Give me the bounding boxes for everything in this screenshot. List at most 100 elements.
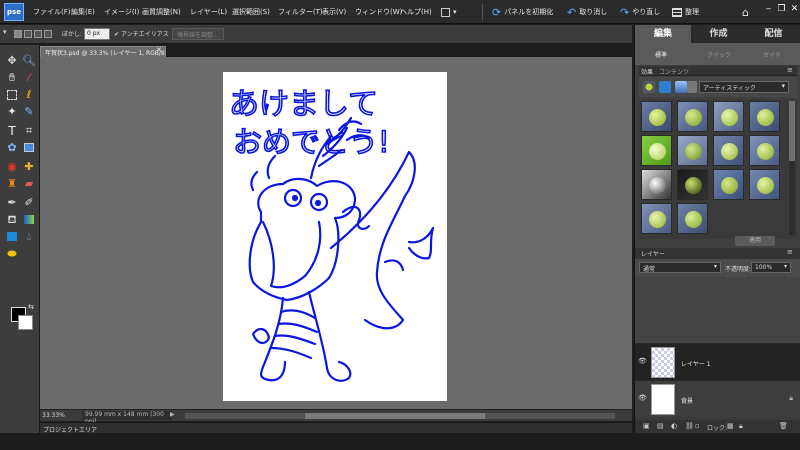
paint-bucket-icon[interactable]: ⛾ [4, 212, 20, 228]
hand-icon[interactable]: ✋︎ [4, 70, 20, 86]
marquee-icon[interactable] [4, 87, 20, 103]
layer-row-selected[interactable]: 👁︎ レイヤー 1 [635, 343, 800, 380]
adjustment-layer-icon[interactable]: ◐ [671, 422, 677, 430]
new-group-icon[interactable]: ▤ [657, 422, 664, 430]
close-tab-icon[interactable]: ✕ [156, 46, 162, 54]
tab-content[interactable]: コンテンツ [659, 67, 689, 76]
trash-icon[interactable]: 🗑︎ [779, 422, 788, 430]
workspace-menu[interactable]: ▾ [441, 4, 457, 20]
lock-all-icon[interactable]: 🔒︎ [739, 422, 743, 431]
effect-thumbnail[interactable] [713, 169, 744, 200]
menu-view[interactable]: 表示(V) [322, 7, 346, 17]
magic-wand-icon[interactable]: ✦ [4, 104, 20, 120]
intersect-selection-icon[interactable] [44, 30, 52, 38]
shape-icon[interactable] [4, 229, 20, 245]
tab-effects[interactable]: 効果 [641, 67, 653, 76]
effect-thumbnail[interactable] [677, 101, 708, 132]
cookie-cutter-icon[interactable]: ✿ [4, 140, 20, 156]
mask-icon[interactable]: ▫ [695, 422, 700, 430]
gradient-icon[interactable] [21, 212, 37, 228]
red-eye-icon[interactable]: ◉ [4, 159, 20, 175]
subtab-full[interactable]: 標準 [655, 50, 667, 59]
subtract-selection-icon[interactable] [34, 30, 42, 38]
layer-row[interactable]: 👁︎ 背景 🔒︎ [635, 380, 800, 417]
effects-scrollbar[interactable] [789, 101, 795, 235]
reset-panels-button[interactable]: ⟳ パネルを初期化 [492, 4, 553, 20]
close-window-button[interactable]: ✕ [788, 3, 800, 16]
effect-thumbnail[interactable] [677, 169, 708, 200]
brush-icon[interactable]: ✒ [4, 195, 20, 211]
link-layers-icon[interactable]: ⛓ [685, 422, 694, 430]
horizontal-scrollbar[interactable] [185, 413, 615, 419]
effect-thumbnail[interactable] [677, 203, 708, 234]
effect-thumbnail[interactable] [641, 169, 672, 200]
add-selection-icon[interactable] [24, 30, 32, 38]
tab-edit[interactable]: 編集 [635, 25, 691, 43]
organize-button[interactable]: 整理 [672, 4, 699, 20]
lock-transparency-icon[interactable]: ▦ [727, 422, 734, 430]
background-color-swatch[interactable] [18, 315, 33, 330]
undo-button[interactable]: ↶ 取り消し [567, 4, 607, 20]
zoom-icon[interactable]: 🔍︎ [21, 53, 37, 69]
scrollbar-thumb[interactable] [305, 413, 485, 419]
eraser-icon[interactable]: ▰ [21, 176, 37, 192]
effect-thumbnail[interactable] [749, 169, 780, 200]
document-canvas[interactable]: あけまして おめでとう! [223, 72, 447, 401]
menu-layer[interactable]: レイヤー(L) [190, 7, 227, 17]
smart-brush-icon[interactable]: ✐ [21, 195, 37, 211]
blur-icon[interactable]: 💧︎ [21, 229, 37, 245]
minimize-button[interactable]: ‒ [762, 3, 775, 16]
new-selection-icon[interactable] [14, 30, 22, 38]
menu-image[interactable]: イメージ(I) [104, 7, 139, 17]
eyedropper-icon[interactable]: ⁄ [21, 70, 37, 86]
filters-icon[interactable] [643, 81, 655, 93]
subtab-guided[interactable]: ガイド [763, 50, 781, 59]
effect-thumbnail[interactable] [749, 101, 780, 132]
home-button[interactable]: ⌂ [742, 4, 749, 20]
panel-menu-icon[interactable]: ≡ [787, 66, 793, 74]
project-area-bar[interactable]: プロジェクトエリア [40, 422, 632, 434]
blend-mode-select[interactable]: 通常 ▾ [639, 262, 721, 273]
restore-button[interactable]: ❐ [775, 3, 788, 16]
visibility-eye-icon[interactable]: 👁︎ [638, 394, 647, 402]
effect-thumbnail[interactable] [641, 203, 672, 234]
menu-help[interactable]: ヘルプ(H) [400, 7, 432, 17]
subtab-quick[interactable]: クイック [707, 50, 731, 59]
antialias-checkbox[interactable]: ✔ アンチエイリアス [114, 29, 169, 38]
effects-category-select[interactable]: アーティスティック ▾ [699, 81, 789, 93]
type-icon[interactable]: T [4, 123, 20, 139]
visibility-eye-icon[interactable]: 👁︎ [638, 357, 647, 365]
menu-enhance[interactable]: 画質調整(N) [142, 7, 181, 17]
effect-thumbnail[interactable] [749, 135, 780, 166]
effect-thumbnail[interactable] [713, 135, 744, 166]
quick-selection-icon[interactable]: ✎ [21, 104, 37, 120]
menu-select[interactable]: 選択範囲(S) [232, 7, 270, 17]
crop-icon[interactable]: ⌗ [21, 123, 37, 139]
clone-stamp-icon[interactable]: ♜ [4, 176, 20, 192]
all-effects-icon[interactable] [687, 81, 697, 93]
scrollbar-thumb[interactable] [789, 101, 795, 161]
opacity-field[interactable]: 100% ▾ [751, 262, 791, 273]
apply-effect-button[interactable]: 適用 [735, 236, 775, 246]
lasso-icon[interactable]: ℓ [21, 87, 37, 103]
recompose-icon[interactable] [21, 140, 37, 156]
new-layer-icon[interactable]: ▣ [643, 422, 650, 430]
panel-menu-icon[interactable]: ≡ [787, 248, 793, 256]
document-tab[interactable]: 年賀状3.psd @ 33.3% (レイヤー 1, RGB/8) * [40, 46, 166, 57]
effect-thumbnail[interactable] [641, 135, 672, 166]
feather-field[interactable]: 0 px [84, 28, 110, 40]
move-icon[interactable]: ✥ [4, 53, 20, 69]
layers-title[interactable]: レイヤー [641, 249, 665, 258]
status-menu-icon[interactable]: ▶ [170, 411, 175, 418]
photo-effects-icon[interactable] [675, 81, 687, 93]
menu-window[interactable]: ウィンドウ(W) [355, 7, 402, 17]
effect-thumbnail[interactable] [713, 101, 744, 132]
effect-thumbnail[interactable] [677, 135, 708, 166]
layer-styles-icon[interactable] [659, 81, 671, 93]
menu-file[interactable]: ファイル(F) [33, 7, 71, 17]
tool-preset-picker[interactable]: ▾ [3, 28, 7, 36]
refine-edge-button[interactable]: 境界線を調整... [172, 28, 224, 40]
zoom-level[interactable]: 33.33% [42, 412, 65, 419]
menu-edit[interactable]: 編集(E) [71, 7, 95, 17]
sponge-icon[interactable]: ⬬ [4, 246, 20, 262]
